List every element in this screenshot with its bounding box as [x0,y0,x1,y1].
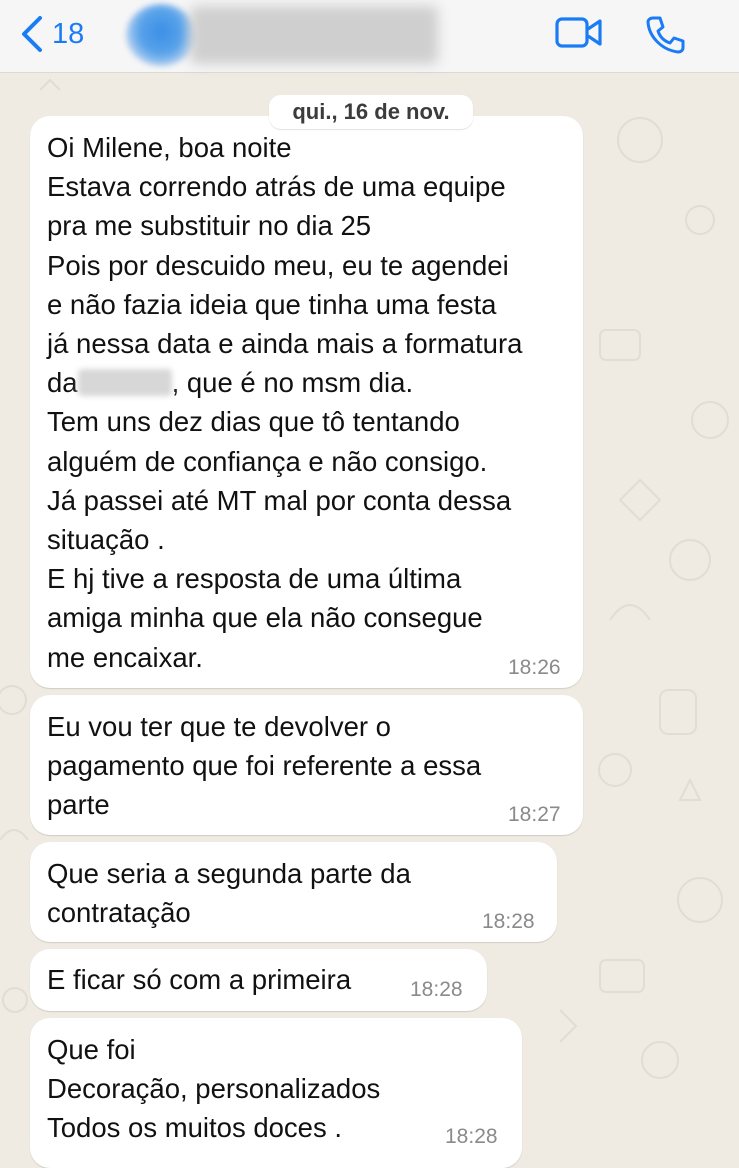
message-line: já nessa data e ainda mais a formatura [47,328,523,360]
message-timestamp: 18:27 [508,803,561,826]
message-timestamp: 18:28 [445,1125,498,1148]
message-timestamp: 18:28 [482,910,535,933]
message-line: parte [47,789,110,821]
message-text: Oi Milene, boa noite Estava correndo atr… [47,128,522,677]
contact-name-redacted[interactable] [190,6,438,64]
message-line: e não fazia ideia que tinha uma festa [47,288,497,320]
message-bubble[interactable]: Que seria a segunda parte da contratação… [30,842,557,942]
message-line: Estava correndo atrás de uma equipe [47,171,506,203]
phone-call-icon[interactable] [645,14,685,54]
message-text: Que seria a segunda parte da contratação [47,854,411,932]
message-line: da , que é no msm dia. [47,363,522,402]
redacted-name [77,369,172,397]
message-line: contratação [47,897,191,929]
message-text: Eu vou ter que te devolver o pagamento q… [47,707,481,825]
message-line: Que seria a segunda parte da [47,858,411,889]
message-bubble[interactable]: Oi Milene, boa noite Estava correndo atr… [30,116,583,688]
unread-count: 18 [52,17,85,50]
message-text: Que foi Decoração, personalizados Todos … [47,1030,380,1148]
back-button[interactable]: 18 [18,14,84,54]
message-line: Pois por descuido meu, eu te agendei [47,249,509,281]
message-bubble[interactable]: Que foi Decoração, personalizados Todos … [30,1018,522,1168]
message-line: alguém de confiança e não consigo. [47,445,488,477]
message-line: me encaixar. [47,641,203,673]
message-line: amiga minha que ela não consegue [47,602,483,634]
message-bubble[interactable]: E ficar só com a primeira 18:28 [30,949,487,1011]
message-line: pra me substituir no dia 25 [47,210,372,242]
message-line: E hj tive a resposta de uma última [47,563,462,595]
message-timestamp: 18:28 [410,978,463,1001]
message-line: E ficar só com a primeira [47,964,352,995]
message-line: Que foi [47,1034,136,1065]
chevron-left-icon [22,16,42,52]
message-bubble[interactable]: Eu vou ter que te devolver o pagamento q… [30,695,583,835]
message-line: Tem uns dez dias que tô tentando [47,406,460,438]
message-fragment: , que é no msm dia. [171,367,414,399]
video-call-icon[interactable] [555,16,603,50]
message-line: Já passei até MT mal por conta dessa [47,484,512,516]
message-line: pagamento que foi referente a essa [47,750,482,782]
message-text: E ficar só com a primeira [47,960,351,999]
message-timestamp: 18:26 [508,656,561,679]
chat-header: 18 [0,0,739,73]
message-fragment: da [47,367,78,399]
message-line: Oi Milene, boa noite [47,132,292,163]
date-separator: qui., 16 de nov. [269,95,473,129]
avatar[interactable] [126,4,196,66]
message-line: situação . [47,524,165,556]
message-line: Decoração, personalizados [47,1073,381,1105]
message-line: Eu vou ter que te devolver o [47,711,391,742]
message-line: Todos os muitos doces . [47,1112,343,1144]
